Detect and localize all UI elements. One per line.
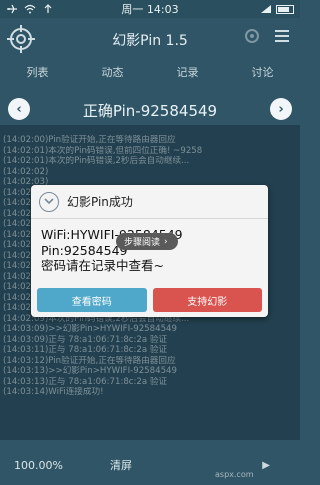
tab-records[interactable]: 记录	[177, 60, 199, 82]
pin-bar: ‹ 正确Pin-92584549 ›	[0, 95, 300, 125]
dialog-title: 幻影Pin成功	[67, 195, 133, 209]
tab-activity[interactable]: 动态	[102, 60, 124, 82]
progress-text: 100.00%	[14, 458, 63, 472]
view-password-button[interactable]: 查看密码	[37, 288, 147, 312]
watermark: aspx.com	[215, 470, 254, 479]
status-bar: 周一 14:03	[0, 0, 300, 18]
battery-icon	[276, 4, 294, 14]
chevron-right-icon: ›	[164, 236, 168, 247]
tab-list[interactable]: 列表	[27, 60, 49, 82]
play-icon[interactable]: ▶	[262, 460, 270, 471]
chevron-left-icon: ‹	[16, 101, 22, 117]
app-header: 幻影Pin 1.5	[0, 18, 300, 60]
prev-pin-button[interactable]: ‹	[8, 98, 30, 120]
success-dialog: 幻影Pin成功 WiFi:HYWIFI-92584549 Pin:9258454…	[31, 185, 268, 317]
support-button[interactable]: 支持幻影	[152, 288, 262, 312]
next-pin-button[interactable]: ›	[270, 98, 292, 120]
pill-label: 步骤阅读	[124, 238, 161, 248]
dialog-buttons: 查看密码 支持幻影	[37, 288, 262, 312]
step-read-tooltip[interactable]: 步骤阅读 ›	[116, 233, 178, 250]
clear-screen-button[interactable]: 清屏	[110, 457, 132, 473]
note-line: 密码请在记录中查看~	[41, 258, 164, 273]
chevron-down-icon[interactable]	[39, 191, 59, 212]
chevron-right-icon: ›	[278, 101, 284, 117]
status-time: 周一 14:03	[121, 3, 179, 16]
gear-icon[interactable]	[242, 26, 262, 46]
menu-icon[interactable]	[272, 26, 292, 46]
dialog-body: WiFi:HYWIFI-92584549 Pin:92584549 密码请在记录…	[31, 219, 268, 289]
tab-discussion[interactable]: 讨论	[252, 60, 274, 82]
pin-title: 正确Pin-92584549	[82, 101, 218, 120]
dialog-header: 幻影Pin成功	[31, 185, 268, 219]
tab-bar: 列表 动态 记录 讨论	[0, 60, 300, 82]
